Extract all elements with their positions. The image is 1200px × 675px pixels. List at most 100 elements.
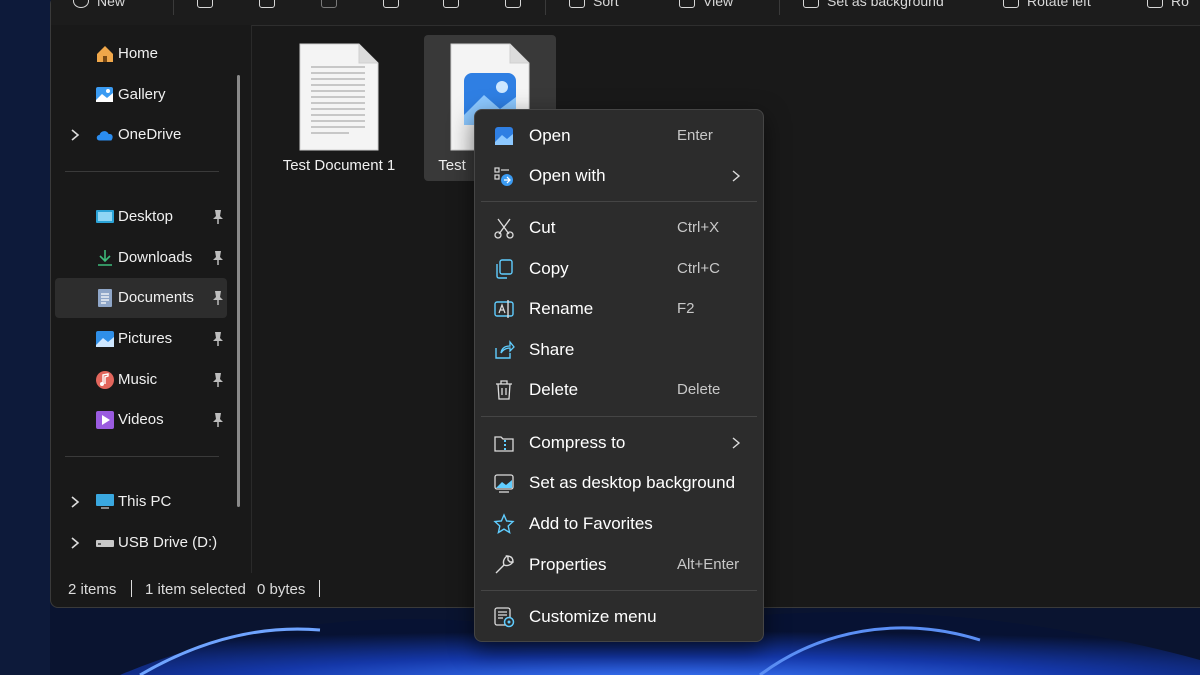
open-icon xyxy=(495,127,513,145)
menu-item-set-desktop-background[interactable]: Set as desktop background xyxy=(481,463,757,503)
set-background-button[interactable]: Set as background xyxy=(803,0,944,11)
nav-item-downloads[interactable]: Downloads xyxy=(55,238,227,278)
menu-item-rename[interactable]: Rename F2 xyxy=(481,289,757,329)
cut-icon xyxy=(494,218,514,239)
status-selection: 1 item selected xyxy=(145,581,246,598)
rotate-right-button[interactable]: Ro xyxy=(1147,0,1189,11)
menu-label: Properties xyxy=(529,555,607,574)
cut-toolbar-button[interactable] xyxy=(197,0,213,11)
nav-item-videos[interactable]: Videos xyxy=(55,400,227,440)
desktop-icon xyxy=(96,210,114,223)
view-label: View xyxy=(703,0,734,9)
menu-item-cut[interactable]: Cut Ctrl+X xyxy=(481,208,757,248)
pin-icon xyxy=(213,332,223,346)
view-button[interactable]: View xyxy=(679,0,733,11)
view-icon xyxy=(679,0,695,8)
menu-label: Delete xyxy=(529,380,579,399)
rename-toolbar-button[interactable] xyxy=(383,0,399,11)
copy-toolbar-button[interactable] xyxy=(259,0,275,11)
file-name: Test Document 1 xyxy=(282,157,396,174)
nav-item-documents[interactable]: Documents xyxy=(55,278,227,318)
rename-icon xyxy=(494,300,514,318)
menu-item-delete[interactable]: Delete Delete xyxy=(481,370,757,410)
sort-button[interactable]: Sort xyxy=(569,0,619,11)
menu-item-properties[interactable]: Properties Alt+Enter xyxy=(481,545,757,585)
menu-label: Copy xyxy=(529,259,569,278)
nav-item-onedrive[interactable]: OneDrive xyxy=(55,115,227,155)
rename-icon xyxy=(383,0,399,8)
status-item-count: 2 items xyxy=(68,581,117,598)
star-icon xyxy=(493,513,515,534)
nav-scrollbar[interactable] xyxy=(237,75,240,507)
menu-label: Open with xyxy=(529,166,606,185)
delete-icon xyxy=(505,0,521,8)
nav-item-gallery[interactable]: Gallery xyxy=(55,75,227,115)
pin-icon xyxy=(213,413,223,427)
set-background-label: Set as background xyxy=(827,0,944,9)
menu-shortcut: Alt+Enter xyxy=(677,556,740,573)
wrench-icon xyxy=(495,555,514,574)
nav-label-videos: Videos xyxy=(118,411,164,428)
rotate-left-icon xyxy=(1003,0,1019,8)
desktop-background-icon xyxy=(494,474,514,493)
nav-label-onedrive: OneDrive xyxy=(118,126,182,143)
menu-item-open[interactable]: Open Enter xyxy=(481,116,757,156)
customize-menu-icon xyxy=(494,607,515,628)
gallery-icon xyxy=(96,87,113,102)
menu-item-compress[interactable]: Compress to xyxy=(481,423,757,463)
videos-icon xyxy=(96,411,114,429)
menu-item-customize-menu[interactable]: Customize menu xyxy=(481,597,757,637)
new-label: New xyxy=(97,0,126,9)
documents-icon xyxy=(98,289,112,307)
menu-shortcut: Ctrl+C xyxy=(677,260,720,277)
nav-item-pictures[interactable]: Pictures xyxy=(55,319,227,359)
menu-shortcut: F2 xyxy=(677,300,695,317)
menu-shortcut: Ctrl+X xyxy=(677,219,720,236)
menu-item-copy[interactable]: Copy Ctrl+C xyxy=(481,249,757,289)
chevron-right-icon xyxy=(732,437,741,449)
nav-item-desktop[interactable]: Desktop xyxy=(55,197,227,237)
command-bar: New Sort View Set as background Rotate l… xyxy=(51,0,1200,26)
nav-item-usb-drive[interactable]: USB Drive (D:) xyxy=(55,523,227,563)
rotate-right-icon xyxy=(1147,0,1163,8)
new-icon xyxy=(73,0,89,8)
sort-icon xyxy=(569,0,585,8)
open-with-icon xyxy=(494,167,513,186)
menu-label: Rename xyxy=(529,299,594,318)
navigation-pane: Home Gallery OneDrive Desktop Downloads … xyxy=(51,25,251,573)
nav-item-music[interactable]: Music xyxy=(55,360,227,400)
menu-label: Add to Favorites xyxy=(529,514,653,533)
nav-label-downloads: Downloads xyxy=(118,249,193,266)
share-icon xyxy=(443,0,459,8)
paste-toolbar-button[interactable] xyxy=(321,0,337,11)
chevron-right-icon xyxy=(732,170,741,182)
menu-label: Open xyxy=(529,126,571,145)
file-item[interactable]: Test Document 1 xyxy=(273,35,405,181)
menu-item-add-to-favorites[interactable]: Add to Favorites xyxy=(481,504,757,544)
chevron-right-icon xyxy=(71,537,80,549)
chevron-right-icon xyxy=(71,129,80,141)
zip-folder-icon xyxy=(494,436,514,452)
set-background-icon xyxy=(803,0,819,8)
copy-icon xyxy=(259,0,275,8)
onedrive-cloud-icon xyxy=(96,131,113,141)
nav-item-home[interactable]: Home xyxy=(55,34,227,74)
menu-label: Cut xyxy=(529,218,556,237)
pin-icon xyxy=(213,251,223,265)
menu-shortcut: Enter xyxy=(677,127,713,144)
menu-item-open-with[interactable]: Open with xyxy=(481,156,757,196)
pin-icon xyxy=(213,373,223,387)
chevron-right-icon xyxy=(71,496,80,508)
menu-item-share[interactable]: Share xyxy=(481,330,757,370)
share-toolbar-button[interactable] xyxy=(443,0,459,11)
pictures-icon xyxy=(96,331,114,347)
share-icon xyxy=(495,340,515,359)
delete-toolbar-button[interactable] xyxy=(505,0,521,11)
new-button[interactable]: New xyxy=(73,0,125,11)
nav-label-desktop: Desktop xyxy=(118,208,174,225)
rotate-left-button[interactable]: Rotate left xyxy=(1003,0,1091,11)
usb-drive-icon xyxy=(96,540,114,547)
menu-label: Share xyxy=(529,340,575,359)
status-size: 0 bytes xyxy=(257,581,306,598)
nav-item-this-pc[interactable]: This PC xyxy=(55,482,227,522)
